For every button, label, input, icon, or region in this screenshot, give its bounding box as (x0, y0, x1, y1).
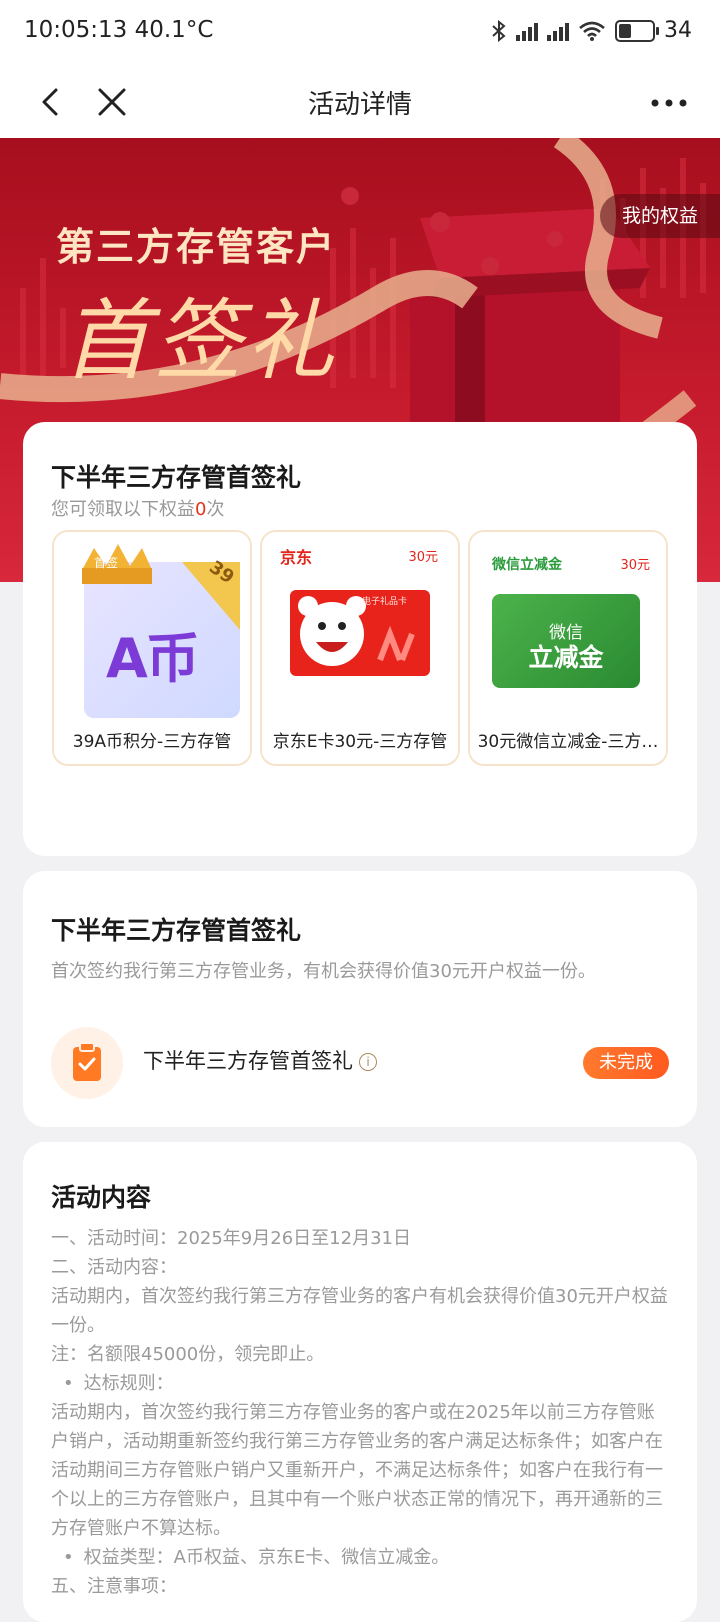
content-line: 注：名额限45000份，领完即止。 (51, 1344, 325, 1365)
jd-card-image (290, 590, 430, 676)
rewards-card: 下半年三方存管首签礼 您可领取以下权益0次 首签 39 A币 39A币积分-三方… (23, 422, 697, 856)
jd-price: 30元 (408, 550, 438, 565)
signal-icon (516, 21, 538, 41)
signal-icon-2 (547, 21, 569, 41)
nav-bar: 活动详情 (0, 66, 720, 138)
wechat-price: 30元 (620, 558, 650, 573)
content-line: 一、活动时间：2025年9月26日至12月31日 (51, 1228, 411, 1249)
content-bullet: 权益类型：A币权益、京东E卡、微信立减金。 (51, 1543, 671, 1572)
status-bar: 10:05:13 40.1°C 34 (0, 0, 720, 66)
status-badge[interactable]: 未完成 (583, 1047, 669, 1079)
rewards-count: 0 (195, 499, 207, 520)
banner-title-line1: 第三方存管客户 (56, 224, 337, 269)
page-title: 活动详情 (307, 90, 412, 120)
content-line: 二、活动内容： (51, 1257, 177, 1278)
jd-logo: 京东 (280, 548, 313, 567)
battery-icon (615, 19, 659, 42)
content-line: 五、注意事项： (51, 1576, 177, 1597)
content-title: 活动内容 (51, 1183, 152, 1212)
task-card: 下半年三方存管首签礼 首次签约我行第三方存管业务，有机会获得价值30元开户权益一… (23, 871, 697, 1127)
reward-item-acoin[interactable]: 首签 39 A币 39A币积分-三方存管 (52, 530, 252, 766)
reward-item-wechat-coupon[interactable]: 微信立减金 30元 微信 立减金 30元微信立减金-三方… (468, 530, 668, 766)
content-bullet: 达标规则： (51, 1369, 671, 1398)
content-body: 一、活动时间：2025年9月26日至12月31日 二、活动内容： 活动期内，首次… (51, 1224, 671, 1601)
activity-content-card: 活动内容 一、活动时间：2025年9月26日至12月31日 二、活动内容： 活动… (23, 1142, 697, 1622)
first-sign-tag: 首签 (94, 556, 119, 570)
status-icons: 34 (491, 18, 692, 43)
status-time: 10:05:13 40.1°C (24, 17, 214, 43)
bluetooth-icon (492, 19, 506, 42)
content-line: 活动期内，首次签约我行第三方存管业务的客户有机会获得价值30元开户权益一份。 (51, 1286, 668, 1336)
my-rights-button[interactable]: 我的权益 (600, 194, 720, 238)
wechat-brand: 微信立减金 (492, 557, 562, 573)
battery-level: 34 (664, 18, 692, 43)
task-description: 首次签约我行第三方存管业务，有机会获得价值30元开户权益一份。 (51, 961, 596, 982)
rewards-subtitle: 您可领取以下权益0次 (51, 499, 225, 520)
clipboard-icon (73, 1042, 101, 1081)
more-icon[interactable] (644, 86, 694, 120)
reward-item-jd-card[interactable]: 京东 30元 电子礼品卡 京东E卡30元-三方存管 (260, 530, 460, 766)
acoin-art-text: A币 (106, 627, 200, 690)
task-icon-wrap (51, 1027, 123, 1099)
banner-title-line2: 首签礼 (62, 289, 339, 392)
reward-label: 30元微信立减金-三方… (477, 732, 659, 752)
reward-label: 39A币积分-三方存管 (72, 732, 232, 752)
task-section-title: 下半年三方存管首签礼 (51, 916, 302, 945)
rewards-title: 下半年三方存管首签礼 (51, 463, 302, 492)
wifi-icon (579, 21, 605, 41)
task-name: 下半年三方存管首签礼 i (143, 1045, 377, 1075)
reward-label: 京东E卡30元-三方存管 (272, 732, 448, 752)
jd-card-text: 电子礼品卡 (362, 597, 408, 607)
content-line: 活动期内，首次签约我行第三方存管业务的客户或在2025年以前三方存管账户销户，活… (51, 1402, 663, 1539)
wechat-card-line2: 立减金 (528, 643, 604, 672)
info-icon[interactable]: i (359, 1053, 377, 1071)
